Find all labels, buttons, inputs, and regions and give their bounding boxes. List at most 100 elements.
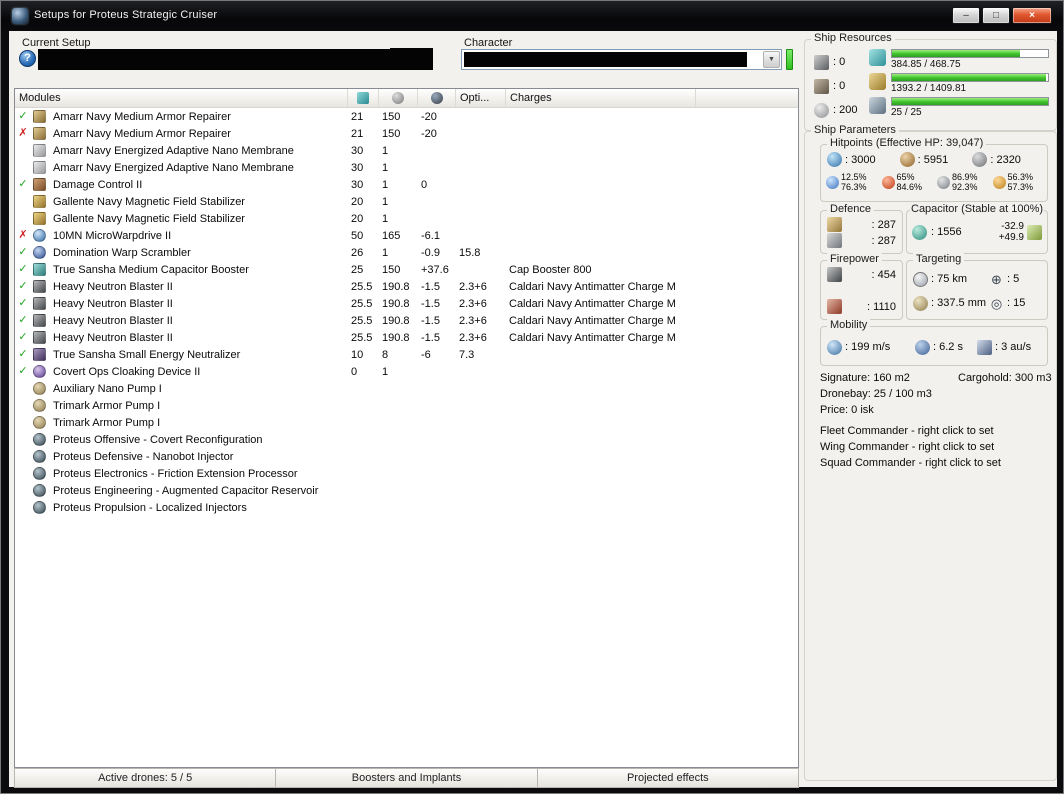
help-button[interactable]: ?: [19, 50, 36, 67]
repair-rate-icon: [827, 217, 842, 232]
sustained-repair-value: : 287: [871, 234, 896, 247]
module-charge: Caldari Navy Antimatter Charge M: [509, 280, 676, 293]
turret-hardpoints-value: : 0: [833, 56, 846, 68]
targeting-range-icon: [913, 271, 928, 287]
module-name: Proteus Offensive - Covert Reconfigurati…: [53, 433, 263, 446]
module-row[interactable]: Proteus Electronics - Friction Extension…: [15, 465, 798, 482]
module-charge: Caldari Navy Antimatter Charge M: [509, 314, 676, 327]
blaster-icon: [33, 331, 46, 344]
fleet-commander-slot[interactable]: Fleet Commander - right click to set: [820, 425, 1050, 441]
modules-table-header: Modules Opti... Charges: [15, 89, 798, 108]
warp-speed-value: : 3 au/s: [995, 341, 1032, 353]
titlebar[interactable]: Setups for Proteus Strategic Cruiser – □…: [1, 1, 1063, 31]
chevron-down-icon[interactable]: [763, 51, 780, 68]
cpu-column-header: [348, 89, 379, 107]
module-name: Gallente Navy Magnetic Field Stabilizer: [53, 212, 245, 225]
wing-commander-slot[interactable]: Wing Commander - right click to set: [820, 441, 1050, 457]
subsystem-icon: [33, 501, 46, 514]
module-row[interactable]: Amarr Navy Medium Armor Repairer 21 150 …: [15, 125, 798, 142]
module-optimal: 2.3+6: [459, 297, 487, 310]
maximize-button[interactable]: □: [982, 7, 1010, 24]
module-charge: Cap Booster 800: [509, 263, 592, 276]
subsystem-icon: [33, 433, 46, 446]
module-row[interactable]: Amarr Navy Energized Adaptive Nano Membr…: [15, 159, 798, 176]
module-status-icon: [15, 278, 31, 295]
capacitor-icon: [912, 224, 927, 240]
module-row[interactable]: Amarr Navy Medium Armor Repairer 21 150 …: [15, 108, 798, 125]
cpu-bar: [891, 49, 1049, 58]
module-row[interactable]: Auxiliary Nano Pump I: [15, 380, 798, 397]
armor-hp-value: : 5951: [917, 153, 949, 166]
align-time-icon: [915, 339, 930, 355]
setup-action-button[interactable]: [390, 48, 433, 70]
module-name: Amarr Navy Energized Adaptive Nano Membr…: [53, 144, 294, 157]
subsystem-icon: [33, 450, 46, 463]
module-name: Proteus Defensive - Nanobot Injector: [53, 450, 234, 463]
character-combo[interactable]: [461, 49, 782, 70]
mag-stab-icon: [33, 195, 46, 208]
module-row[interactable]: Gallente Navy Magnetic Field Stabilizer …: [15, 193, 798, 210]
current-setup-combo[interactable]: [38, 49, 391, 70]
launcher-hardpoints-row: : 0: [814, 74, 870, 98]
ship-stats-text: Signature: 160 m2 Cargohold: 300 m3 Dron…: [820, 372, 1052, 473]
sustained-repair-icon: [827, 233, 842, 248]
module-cpu: 10: [351, 348, 364, 361]
module-row[interactable]: 10MN MicroWarpdrive II 50 165 -6.1: [15, 227, 798, 244]
capacitor-usage-value: -32.9: [1001, 221, 1024, 232]
hitpoints-title: Hitpoints (Effective HP: 39,047): [827, 137, 987, 149]
module-cap-use: -0.9: [421, 246, 440, 259]
tab-boosters-implants[interactable]: Boosters and Implants: [276, 768, 538, 788]
squad-commander-slot[interactable]: Squad Commander - right click to set: [820, 457, 1050, 473]
module-name: True Sansha Medium Capacitor Booster: [53, 263, 249, 276]
module-cap-use: -1.5: [421, 331, 440, 344]
module-cpu: 30: [351, 144, 364, 157]
resource-bars-column: 384.85 / 468.75 1393.2 / 1409.81 25 / 25: [869, 49, 1049, 121]
character-combo-value: [464, 52, 747, 67]
module-name: Proteus Propulsion - Localized Injectors: [53, 501, 247, 514]
module-cpu: 50: [351, 229, 364, 242]
charges-column-label: Charges: [510, 92, 552, 104]
module-name: Amarr Navy Energized Adaptive Nano Membr…: [53, 161, 294, 174]
cap-booster-icon: [33, 263, 46, 276]
module-row[interactable]: Gallente Navy Magnetic Field Stabilizer …: [15, 210, 798, 227]
module-row[interactable]: Covert Ops Cloaking Device II 0 1: [15, 363, 798, 380]
tab-projected-effects[interactable]: Projected effects: [537, 768, 799, 788]
module-row[interactable]: Heavy Neutron Blaster II 25.5 190.8 -1.5…: [15, 329, 798, 346]
module-name: 10MN MicroWarpdrive II: [53, 229, 172, 242]
module-charge: Caldari Navy Antimatter Charge M: [509, 331, 676, 344]
module-status-icon: [15, 125, 31, 142]
module-cpu: 25.5: [351, 280, 373, 293]
calibration-row: : 200: [814, 98, 870, 122]
module-row[interactable]: Proteus Defensive - Nanobot Injector: [15, 448, 798, 465]
capacitor-title: Capacitor (Stable at 100%): [910, 203, 1045, 215]
subsystem-icon: [33, 484, 46, 497]
module-powergrid: 1: [382, 195, 389, 208]
module-name: Amarr Navy Medium Armor Repairer: [53, 127, 231, 140]
tab-active-drones[interactable]: Active drones: 5 / 5: [14, 768, 277, 788]
bottom-tab-bar: Active drones: 5 / 5 Boosters and Implan…: [14, 768, 799, 788]
cpu-icon: [869, 49, 886, 66]
module-row[interactable]: Damage Control II 30 1 0: [15, 176, 798, 193]
module-status-icon: [15, 346, 31, 363]
module-powergrid: 1: [382, 246, 389, 259]
rig-icon: [33, 382, 46, 395]
module-row[interactable]: Amarr Navy Energized Adaptive Nano Membr…: [15, 142, 798, 159]
minimize-button[interactable]: –: [952, 7, 980, 24]
armor-hp-icon: [899, 152, 915, 167]
module-row[interactable]: Heavy Neutron Blaster II 25.5 190.8 -1.5…: [15, 312, 798, 329]
module-row[interactable]: Proteus Offensive - Covert Reconfigurati…: [15, 431, 798, 448]
module-row[interactable]: Proteus Propulsion - Localized Injectors: [15, 499, 798, 516]
module-powergrid: 8: [382, 348, 389, 361]
module-row[interactable]: Domination Warp Scrambler 26 1 -0.9 15.8: [15, 244, 798, 261]
module-row[interactable]: Trimark Armor Pump I: [15, 397, 798, 414]
thermal-armor-resist: 84.6%: [896, 182, 923, 192]
module-row[interactable]: Trimark Armor Pump I: [15, 414, 798, 431]
module-cap-use: -6: [421, 348, 431, 361]
module-cap-use: 0: [421, 178, 428, 191]
module-row[interactable]: Heavy Neutron Blaster II 25.5 190.8 -1.5…: [15, 278, 798, 295]
module-row[interactable]: Heavy Neutron Blaster II 25.5 190.8 -1.5…: [15, 295, 798, 312]
module-row[interactable]: True Sansha Medium Capacitor Booster 25 …: [15, 261, 798, 278]
module-row[interactable]: True Sansha Small Energy Neutralizer 10 …: [15, 346, 798, 363]
close-button[interactable]: ×: [1012, 7, 1052, 24]
module-row[interactable]: Proteus Engineering - Augmented Capacito…: [15, 482, 798, 499]
